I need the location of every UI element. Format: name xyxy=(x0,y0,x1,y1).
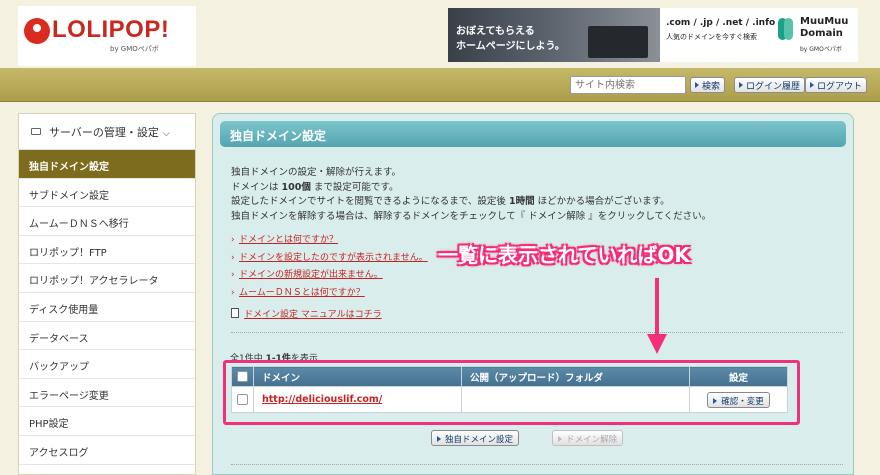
sidebar-item[interactable]: ムームーＤＮＳへ移行 xyxy=(19,207,195,236)
link-arrow-icon: › xyxy=(231,287,235,298)
add-domain-button[interactable]: 独自ドメイン設定 xyxy=(431,430,520,446)
sidebar-item[interactable]: PHP設定 xyxy=(19,407,195,436)
ad-photo: おぼえてもらえる ホームページにしよう。 xyxy=(448,8,660,62)
sidebar-item[interactable]: ロリポップ！アクセラレータ xyxy=(19,264,195,293)
bottom-buttons: 独自ドメイン設定 ドメイン解除 xyxy=(431,427,624,446)
muumuu-logo-icon xyxy=(778,18,793,40)
page-title: 独自ドメイン設定 xyxy=(220,121,846,147)
login-history-button[interactable]: ログイン履歴 xyxy=(734,77,806,93)
sidebar-item[interactable]: 独自ドメイン設定 xyxy=(19,150,195,179)
help-link[interactable]: › ドメインを設定したのですが表示されません。 xyxy=(231,250,428,268)
help-link[interactable]: › ドメインの新規設定が出来ません。 xyxy=(231,267,428,285)
help-link[interactable]: › ムームーＤＮＳとは何ですか？ xyxy=(231,285,428,303)
sidebar-item[interactable]: ディスク使用量 xyxy=(19,293,195,322)
sidebar: サーバーの管理・設定 ⌵ 独自ドメイン設定 サブドメイン設定 ムームーＤＮＳへ移行 ロリ… xyxy=(18,113,196,475)
sidebar-item[interactable]: アクセスログ xyxy=(19,436,195,465)
laptop-icon xyxy=(588,26,648,58)
remove-domain-button[interactable]: ドメイン解除 xyxy=(552,430,624,446)
muumuu-brand-sub: by GMOペパボ xyxy=(800,46,842,53)
logout-button[interactable]: ログアウト xyxy=(805,77,868,93)
ad-description: 人気のドメインを今すぐ検索 xyxy=(666,33,757,41)
top-toolbar: 検索 ログイン履歴 ログアウト xyxy=(0,68,880,102)
sidebar-menu-heading[interactable]: サーバーの管理・設定 ⌵ xyxy=(19,114,195,150)
sidebar-item[interactable]: ロリポップ！FTP xyxy=(19,236,195,265)
sidebar-item[interactable]: バックアップ xyxy=(19,350,195,379)
link-arrow-icon: › xyxy=(231,252,235,263)
document-icon xyxy=(231,308,239,318)
logo-text: LOLIPOP! xyxy=(52,16,170,43)
annotation-highlight-box xyxy=(223,360,800,425)
site-search-input[interactable] xyxy=(570,76,686,94)
muumuu-brand: MuuMuu Domain xyxy=(800,16,849,39)
sidebar-item[interactable]: 同時アクセス数確認 xyxy=(19,465,195,475)
divider xyxy=(231,332,843,333)
lolipop-logo-icon xyxy=(24,18,50,44)
intro-text: 独自ドメインの設定・解除が行えます。 ドメインは 100個 まで設定可能です。 … xyxy=(231,167,712,222)
site-header: LOLIPOP! by GMOペパボ おぼえてもらえる ホームページにしよう。 … xyxy=(0,0,880,68)
manual-link[interactable]: ドメイン設定 マニュアルはコチラ xyxy=(231,307,382,320)
link-arrow-icon: › xyxy=(231,270,235,280)
ad-line1: おぼえてもらえる xyxy=(456,26,535,37)
muumuu-domain-ad-banner[interactable]: おぼえてもらえる ホームページにしよう。 .com / .jp / .net /… xyxy=(448,8,858,62)
help-links: › ドメインとは何ですか？ › ドメインを設定したのですが表示されません。 › ドメインの… xyxy=(231,232,428,302)
sidebar-menu-list: 独自ドメイン設定 サブドメイン設定 ムームーＤＮＳへ移行 ロリポップ！FTP ロリポップ… xyxy=(19,150,195,475)
sidebar-item[interactable]: サブドメイン設定 xyxy=(19,179,195,208)
ad-tlds: .com / .jp / .net / .info xyxy=(666,18,776,28)
link-arrow-icon: › xyxy=(231,235,235,245)
chevron-down-icon: ⌵ xyxy=(162,129,170,139)
sidebar-item[interactable]: データベース xyxy=(19,322,195,351)
logo-subtext: by GMOペパボ xyxy=(110,45,159,53)
folder-icon xyxy=(31,128,41,135)
lolipop-logo[interactable]: LOLIPOP! by GMOペパボ xyxy=(18,6,196,66)
search-button[interactable]: 検索 xyxy=(690,77,726,93)
help-link[interactable]: › ドメインとは何ですか？ xyxy=(231,232,428,250)
sidebar-item[interactable]: エラーページ変更 xyxy=(19,379,195,408)
annotation-callout: 一覧に表示されていればOK xyxy=(438,243,690,267)
ad-line2: ホームページにしよう。 xyxy=(456,41,565,52)
down-arrow-icon xyxy=(647,278,667,354)
divider xyxy=(231,464,843,465)
